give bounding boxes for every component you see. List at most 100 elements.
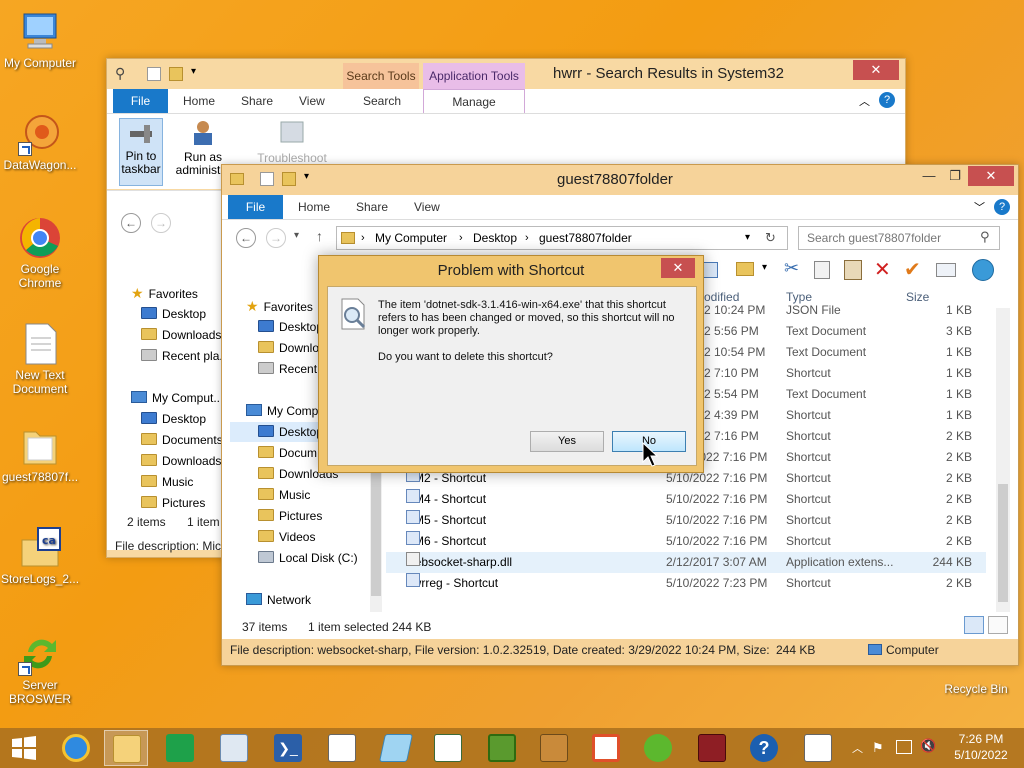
chevron-down-icon[interactable]: ▾ [745, 227, 750, 249]
nav-item[interactable]: Desktop [141, 304, 206, 324]
chevron-down-icon[interactable]: ▾ [191, 66, 196, 77]
properties-icon[interactable] [936, 263, 956, 277]
yes-button[interactable]: Yes [530, 431, 604, 452]
tab-search[interactable]: Search [355, 89, 409, 113]
back-window-titlebar[interactable]: ⚲ ▾ Search Tools Application Tools hwrr … [107, 59, 905, 89]
forward-arrow-icon[interactable]: → [151, 213, 171, 233]
nav-item[interactable]: Desktop [141, 409, 206, 429]
start-button[interactable] [0, 730, 44, 766]
rename-check-icon[interactable]: ✔ [904, 257, 921, 282]
nav-item[interactable]: Music [258, 485, 310, 505]
chevron-down-icon[interactable]: ▾ [762, 262, 767, 273]
taskbar-red-app[interactable] [584, 730, 628, 766]
minimize-button[interactable]: — [916, 166, 942, 186]
nav-network[interactable]: Network [246, 590, 311, 610]
taskbar-powershell[interactable]: ❯_ [266, 730, 310, 766]
taskbar-toolbox[interactable] [532, 730, 576, 766]
clock-date[interactable]: 5/10/2022 [946, 748, 1016, 762]
help-icon[interactable]: ? [879, 92, 895, 108]
tab-file[interactable]: File [228, 195, 283, 219]
nav-item[interactable]: Downloads [141, 451, 221, 471]
refresh-icon[interactable]: ↻ [765, 227, 776, 249]
desktop-icon-my-computer[interactable]: My Computer [0, 10, 80, 70]
nav-item[interactable]: Docum... [258, 443, 327, 463]
nav-my-computer[interactable]: My Comp... [246, 401, 328, 421]
network-status-icon[interactable] [896, 740, 912, 754]
problem-with-shortcut-dialog[interactable]: Problem with Shortcut ✕ The item 'dotnet… [318, 255, 704, 473]
taskbar-store[interactable] [158, 730, 202, 766]
desktop-icon-new-text-document[interactable]: New Text Document [0, 322, 80, 396]
tab-home[interactable]: Home [290, 195, 338, 219]
taskbar-app-window-3[interactable] [796, 730, 840, 766]
up-arrow-icon[interactable]: ↑ [316, 228, 323, 244]
desktop-icon-chrome[interactable]: Google Chrome [0, 216, 80, 290]
nav-item[interactable]: Recent [258, 359, 317, 379]
nav-favorites[interactable]: ★ Favorites [246, 296, 313, 316]
taskbar-internet-explorer[interactable] [54, 730, 98, 766]
taskbar-app-window[interactable] [320, 730, 364, 766]
nav-item[interactable]: Recent pla... [141, 346, 229, 366]
desktop-icon-storelogs[interactable]: ca StoreLogs_2... [0, 526, 80, 586]
details-view-icon[interactable] [964, 616, 984, 634]
nav-item[interactable]: Videos [258, 527, 315, 547]
nav-item[interactable]: Documents [141, 430, 223, 450]
taskbar-performance[interactable] [212, 730, 256, 766]
file-scrollbar[interactable] [996, 308, 1010, 612]
copy-icon[interactable] [814, 261, 830, 279]
nav-item[interactable]: Local Disk (C:) [258, 548, 358, 568]
address-bar[interactable]: › My Computer › Desktop › guest78807fold… [336, 226, 788, 250]
front-close-button[interactable]: ✕ [968, 166, 1014, 186]
nav-item[interactable]: Desktop [258, 317, 323, 337]
maximize-button[interactable]: ❐ [942, 166, 968, 186]
chevron-down-icon[interactable]: ▾ [304, 171, 309, 182]
dialog-close-button[interactable]: ✕ [661, 258, 695, 278]
taskbar-book[interactable] [690, 730, 734, 766]
back-close-button[interactable]: ✕ [853, 60, 899, 80]
delete-icon[interactable]: ✕ [874, 257, 891, 282]
front-window-titlebar[interactable]: ▾ guest78807folder — ❐ ✕ [222, 165, 1018, 195]
file-scroll-thumb[interactable] [998, 484, 1008, 602]
forward-arrow-icon[interactable]: → [266, 228, 286, 248]
context-tab-search-tools[interactable]: Search Tools [343, 63, 419, 89]
nav-item[interactable]: Pictures [258, 506, 322, 526]
view-icon[interactable] [702, 262, 718, 278]
taskbar-app-window-2[interactable] [426, 730, 470, 766]
collapse-ribbon-icon[interactable]: ︿ [859, 93, 870, 109]
recent-locations-icon[interactable]: ▾ [294, 230, 299, 241]
clock-time[interactable]: 7:26 PM [946, 732, 1016, 746]
tab-view[interactable]: View [291, 89, 333, 113]
volume-muted-icon[interactable]: 🔇 [920, 738, 936, 754]
help-icon[interactable]: ? [994, 199, 1010, 215]
nav-item[interactable]: Music [141, 472, 193, 492]
pin-to-taskbar-button[interactable]: Pin to taskbar [119, 118, 163, 186]
file-row[interactable]: websocket-sharp.dll 2/12/2017 3:07 AM Appl… [386, 552, 986, 573]
large-icons-view-icon[interactable] [988, 616, 1008, 634]
tab-view[interactable]: View [406, 195, 448, 219]
desktop-icon-datawagon[interactable]: DataWagon... [0, 112, 80, 172]
breadcrumb-my-computer[interactable]: My Computer [375, 227, 447, 249]
file-row[interactable]: VM6 - Shortcut 5/10/2022 7:16 PM Shortcut 2… [386, 531, 986, 552]
desktop-icon-guest-folder[interactable]: guest78807f... [0, 424, 80, 484]
nav-item[interactable]: Pictures [141, 493, 205, 513]
back-arrow-icon[interactable]: ← [236, 228, 256, 248]
cut-icon[interactable]: ✂ [784, 258, 799, 279]
breadcrumb-guest-folder[interactable]: guest78807folder [539, 227, 632, 249]
file-row[interactable]: hwrreg - Shortcut 5/10/2022 7:23 PM Shortc… [386, 573, 986, 594]
taskbar-sync[interactable] [636, 730, 680, 766]
file-row[interactable]: VM4 - Shortcut 5/10/2022 7:16 PM Shortcut 2… [386, 489, 986, 510]
nav-favorites[interactable]: ★ Favorites [131, 283, 198, 303]
tab-home[interactable]: Home [175, 89, 223, 113]
taskbar-notepad[interactable] [374, 730, 418, 766]
tab-manage[interactable]: Manage [423, 89, 525, 113]
globe-icon[interactable] [972, 259, 994, 281]
paste-icon[interactable] [844, 260, 862, 280]
breadcrumb-desktop[interactable]: Desktop [473, 227, 517, 249]
search-input[interactable]: Search guest78807folder [798, 226, 1000, 250]
nav-my-computer[interactable]: My Comput... [131, 388, 223, 408]
desktop-icon-recycle-bin[interactable]: Recycle Bin [936, 668, 1016, 696]
flag-icon[interactable]: ⚑ [872, 740, 884, 756]
taskbar-green-app[interactable] [480, 730, 524, 766]
tab-share[interactable]: Share [233, 89, 281, 113]
tab-share[interactable]: Share [348, 195, 396, 219]
tab-file[interactable]: File [113, 89, 168, 113]
